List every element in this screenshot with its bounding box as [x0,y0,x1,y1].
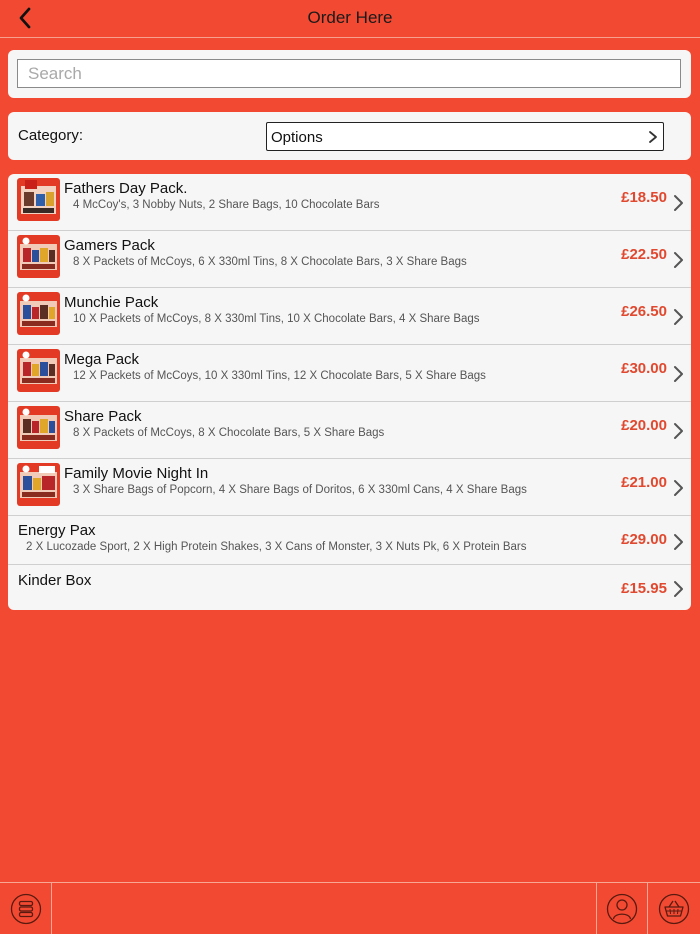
list-item[interactable]: Fathers Day Pack. 4 McCoy's, 3 Nobby Nut… [8,174,691,231]
item-title: Fathers Day Pack. [64,180,188,197]
item-price: £18.50 [621,189,667,206]
category-label: Category: [18,127,84,144]
bottom-tab-bar [0,882,700,934]
item-description: 10 X Packets of McCoys, 8 X 330ml Tins, … [73,313,480,325]
product-list: Fathers Day Pack. 4 McCoy's, 3 Nobby Nut… [8,174,691,610]
search-input[interactable] [17,59,681,88]
item-price: £22.50 [621,246,667,263]
item-description: 12 X Packets of McCoys, 10 X 330ml Tins,… [73,370,486,382]
item-description: 8 X Packets of McCoys, 8 X Chocolate Bar… [73,427,385,439]
list-item[interactable]: Family Movie Night In 3 X Share Bags of … [8,459,691,516]
chevron-right-icon [674,534,683,550]
chevron-right-icon [674,309,683,325]
item-title: Kinder Box [18,572,92,589]
item-title: Mega Pack [64,351,140,368]
item-price: £20.00 [621,417,667,434]
product-thumbnail [17,235,60,278]
search-card [8,50,691,98]
item-price: £21.00 [621,474,667,491]
item-description: 3 X Share Bags of Popcorn, 4 X Share Bag… [73,484,527,496]
product-thumbnail [17,463,60,506]
basket-button[interactable] [658,893,690,925]
chevron-right-icon [674,423,683,439]
item-price: £26.50 [621,303,667,320]
navigation-bar: Order Here [0,0,700,38]
user-icon [606,893,638,925]
page-title: Order Here [307,8,393,27]
tab-divider [647,883,648,934]
product-thumbnail [17,406,60,449]
item-description: 8 X Packets of McCoys, 6 X 330ml Tins, 8… [73,256,467,268]
item-description: 4 McCoy's, 3 Nobby Nuts, 2 Share Bags, 1… [73,199,380,211]
item-price: £15.95 [621,580,667,597]
menu-button[interactable] [10,893,42,925]
chevron-right-icon [674,366,683,382]
account-button[interactable] [606,893,638,925]
product-thumbnail [17,292,60,335]
category-options-select[interactable]: Options [266,122,664,151]
category-selected-value: Options [271,129,323,146]
item-description: 2 X Lucozade Sport, 2 X High Protein Sha… [26,541,527,553]
chevron-right-icon [674,195,683,211]
chevron-right-icon [649,131,657,143]
list-item[interactable]: Gamers Pack 8 X Packets of McCoys, 6 X 3… [8,231,691,288]
tab-divider [596,883,597,934]
item-title: Energy Pax [18,522,96,539]
chevron-right-icon [674,252,683,268]
product-thumbnail [17,349,60,392]
chevron-right-icon [674,480,683,496]
item-title: Share Pack [64,408,142,425]
list-item[interactable]: Share Pack 8 X Packets of McCoys, 8 X Ch… [8,402,691,459]
list-item[interactable]: Mega Pack 12 X Packets of McCoys, 10 X 3… [8,345,691,402]
tab-divider [51,883,52,934]
item-price: £30.00 [621,360,667,377]
item-title: Gamers Pack [64,237,155,254]
basket-icon [658,893,690,925]
list-item[interactable]: Energy Pax 2 X Lucozade Sport, 2 X High … [8,516,691,565]
item-title: Munchie Pack [64,294,159,311]
menu-stack-icon [10,893,42,925]
category-card: Category: Options [8,112,691,160]
chevron-right-icon [674,581,683,597]
item-title: Family Movie Night In [64,465,209,482]
item-price: £29.00 [621,531,667,548]
product-thumbnail [17,178,60,221]
list-item[interactable]: Kinder Box £15.95 [8,565,691,610]
list-item[interactable]: Munchie Pack 10 X Packets of McCoys, 8 X… [8,288,691,345]
